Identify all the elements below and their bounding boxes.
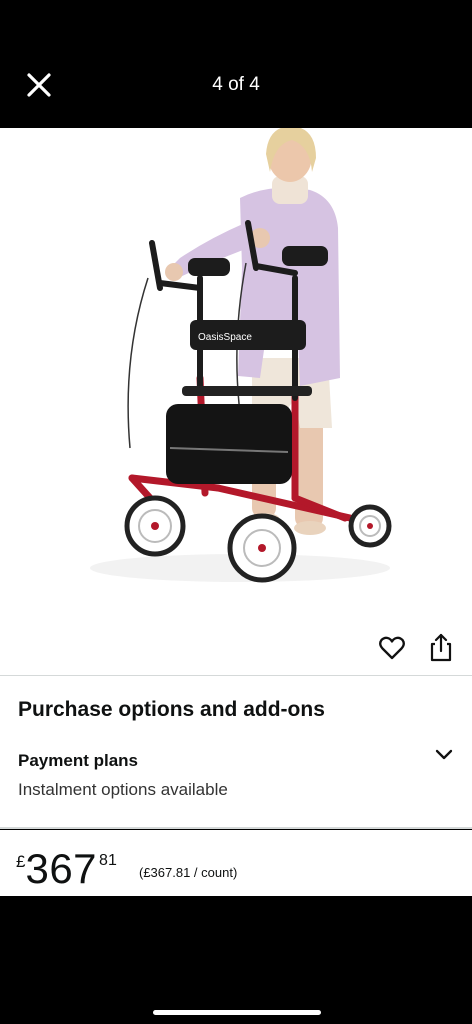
svg-text:OasisSpace: OasisSpace <box>198 332 252 343</box>
price-fraction: 81 <box>99 852 117 869</box>
price: £ 367 81 <box>16 848 117 890</box>
section-title: Purchase options and add-ons <box>18 698 325 721</box>
price-currency-symbol: £ <box>16 852 26 871</box>
divider <box>0 827 472 829</box>
price-whole: 367 <box>25 845 98 892</box>
home-indicator[interactable] <box>153 1010 321 1015</box>
unit-price: (£367.81 / count) <box>139 865 238 880</box>
payment-plans-row[interactable]: Payment plans Instalment options availab… <box>18 749 454 811</box>
purchase-options-section: Purchase options and add-ons Payment pla… <box>0 676 472 828</box>
image-counter: 4 of 4 <box>212 74 260 95</box>
payment-plans-title: Payment plans <box>18 751 138 770</box>
heart-outline-icon[interactable] <box>378 634 406 662</box>
top-bar: 4 of 4 <box>0 0 472 128</box>
payment-plans-subtitle: Instalment options available <box>18 780 228 799</box>
image-gallery[interactable]: OasisSpace <box>0 128 472 782</box>
price-section: £ 367 81 (£367.81 / count) <box>0 830 472 896</box>
share-icon[interactable] <box>428 633 454 663</box>
chevron-down-icon[interactable] <box>434 745 454 765</box>
product-image[interactable]: OasisSpace <box>70 128 410 598</box>
